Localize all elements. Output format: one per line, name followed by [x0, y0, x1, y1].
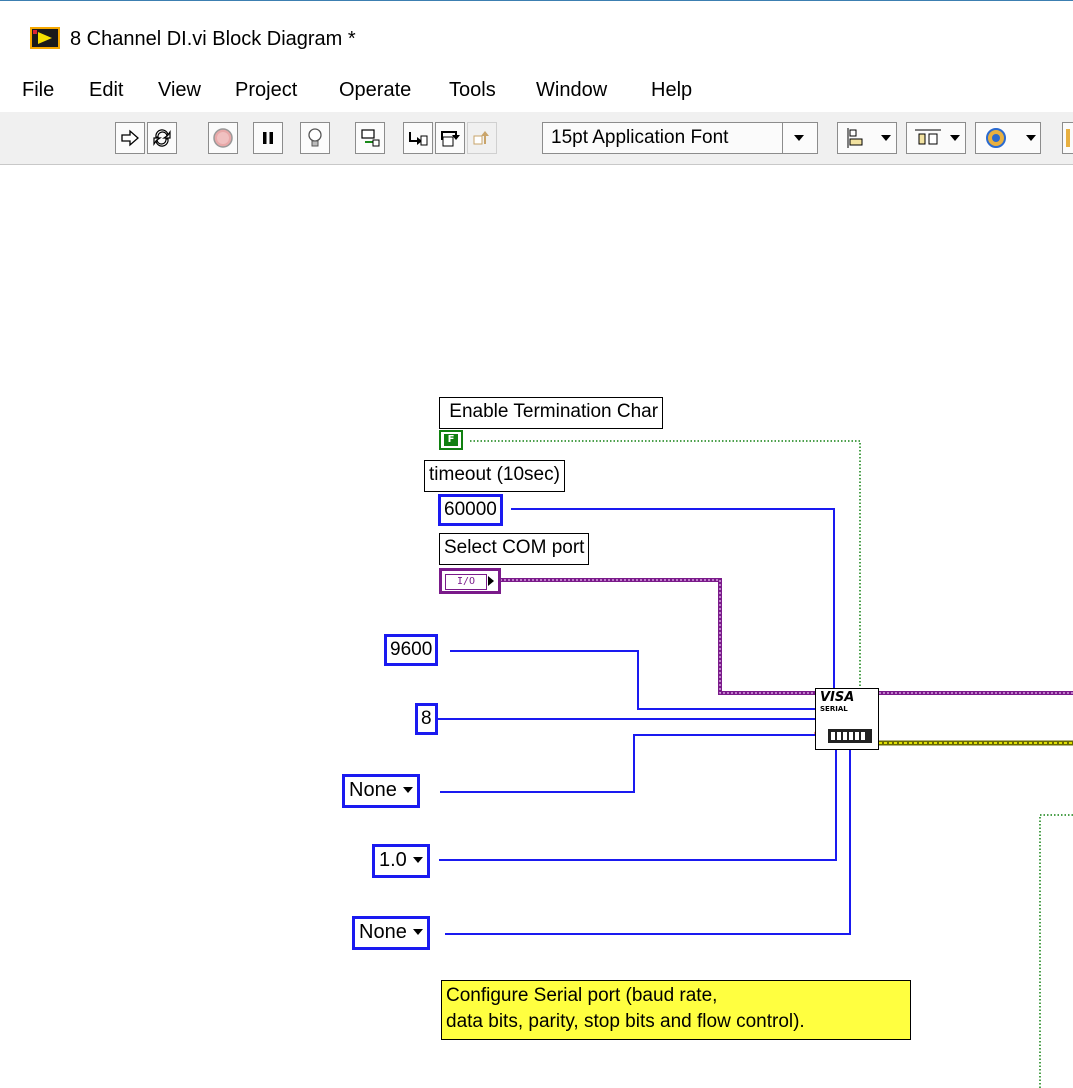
stop-bits-ring-constant[interactable]: 1.0 — [372, 844, 430, 878]
serial-port-icon — [828, 729, 872, 743]
comment-line-2: data bits, parity, stop bits and flow co… — [446, 1011, 805, 1032]
flow-control-ring-constant[interactable]: None — [352, 916, 430, 950]
parity-ring-constant[interactable]: None — [342, 774, 420, 808]
stop-bits-wire[interactable] — [439, 750, 837, 861]
label-timeout[interactable]: timeout (10sec) — [424, 460, 565, 492]
baud-rate-wire[interactable] — [450, 650, 815, 710]
com-port-constant[interactable]: I/O — [439, 568, 501, 594]
io-browse-arrow-icon[interactable] — [488, 576, 494, 586]
chevron-down-icon[interactable] — [412, 857, 423, 863]
visa-node-title: VISA — [820, 690, 855, 705]
data-bits-constant[interactable]: 8 — [415, 703, 438, 735]
diagram-comment[interactable]: Configure Serial port (baud rate, data b… — [441, 980, 911, 1040]
boolean-value: F — [444, 434, 458, 446]
label-enable-termination-char-text: Enable Termination Char — [449, 401, 659, 422]
label-select-com-port[interactable]: Select COM port — [439, 533, 590, 565]
flow-control-wire[interactable] — [445, 750, 851, 935]
stop-bits-value: 1.0 — [379, 849, 407, 871]
visa-resource-wire[interactable] — [500, 578, 815, 695]
label-enable-termination-char[interactable]: Enable Termination Char — [439, 397, 664, 429]
parity-value: None — [349, 779, 397, 801]
parity-wire[interactable] — [440, 734, 815, 793]
chevron-down-icon[interactable] — [412, 929, 423, 935]
timeout-constant[interactable]: 60000 — [438, 494, 503, 526]
visa-configure-serial-port-node[interactable]: VISA SERIAL — [815, 688, 879, 750]
visa-node-subtitle: SERIAL — [820, 705, 848, 713]
io-value: I/O — [445, 574, 487, 590]
enable-termination-char-constant[interactable]: F — [439, 430, 463, 450]
chevron-down-icon[interactable] — [402, 787, 413, 793]
baud-rate-constant[interactable]: 9600 — [384, 634, 439, 666]
boolean-wire-right[interactable] — [1039, 814, 1073, 1088]
flow-control-value: None — [359, 921, 407, 943]
comment-line-1: Configure Serial port (baud rate, — [446, 985, 718, 1006]
